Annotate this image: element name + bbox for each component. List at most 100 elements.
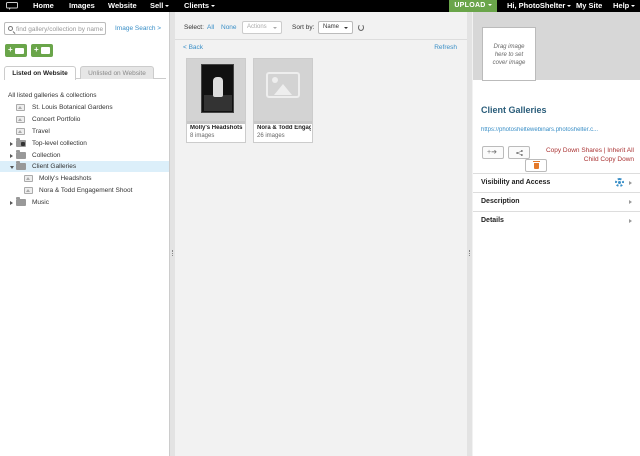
sort-select[interactable]: Name [318,21,353,34]
nav-help[interactable]: Help [613,0,636,12]
collection-url-link[interactable]: https://photosheltewebinars.photoshelter… [481,127,635,133]
gallery-icon [24,175,33,182]
tree-item-mollys-headshots[interactable]: Molly's Headshots [0,173,169,184]
gallery-thumbnail [254,59,312,121]
refresh-link[interactable]: Refresh [434,44,457,51]
actions-dropdown[interactable]: Actions [242,21,282,34]
plus-icon: + [34,45,39,54]
tree-item-nora-todd-engagement-shoot[interactable]: Nora & Todd Engagement Shoot [0,185,169,196]
chevron-right-icon [629,181,632,185]
delete-button[interactable] [525,159,547,172]
expand-arrow-icon[interactable] [10,201,13,205]
folder-icon [16,161,26,170]
select-none-link[interactable]: None [221,24,237,31]
image-placeholder-icon [266,72,300,98]
copy-down-line-2[interactable]: Child Copy Down [546,155,634,164]
tab-listed-on-website[interactable]: Listed on Website [4,66,76,80]
copy-down-line-1[interactable]: Copy Down Shares | Inherit All [546,146,634,155]
gallery-search-input[interactable] [16,24,104,34]
placeholder-mountain [274,84,292,95]
tree-item-collection[interactable]: Collection [0,150,169,161]
nav-home[interactable]: Home [33,0,54,12]
drag-handle-icon [172,250,173,256]
placeholder-sun [272,77,278,83]
gallery-card-nora-todd[interactable]: Nora & Todd Engag... 26 images [253,58,313,143]
nav-clients[interactable]: Clients [184,0,216,12]
gallery-card-title: Nora & Todd Engag... [257,125,311,131]
section-label: Visibility and Access [481,179,551,186]
chevron-down-icon [344,27,348,29]
tree-item-music[interactable]: Music [0,197,169,208]
drag-handle-icon [469,250,470,256]
gallery-thumbnail [187,59,245,121]
tab-unlisted-on-website[interactable]: Unlisted on Website [80,66,154,79]
chevron-down-icon [567,5,572,8]
gallery-search-box[interactable] [4,22,106,35]
sort-label: Sort by: [292,24,315,31]
gear-icon[interactable] [615,178,624,187]
section-description[interactable]: Description [473,192,640,210]
chat-bubble-icon[interactable] [6,2,18,10]
gallery-card-count: 26 images [257,133,285,139]
section-visibility-and-access[interactable]: Visibility and Access [473,173,640,191]
tree-item-label: Nora & Todd Engagement Shoot [39,187,133,194]
tree-item-concert-portfolio[interactable]: Concert Portfolio [0,114,169,125]
expand-arrow-icon[interactable] [10,154,13,158]
tree-item-client-galleries[interactable]: Client Galleries [0,161,169,172]
tree-header[interactable]: All listed galleries & collections [8,92,97,99]
tree-item-label: Collection [32,152,61,159]
nav-website[interactable]: Website [108,0,137,12]
greeting-prefix: Hi, [507,1,519,10]
chevron-down-icon [273,27,277,29]
folder-icon [16,150,26,159]
add-gallery-button[interactable]: + [31,44,53,57]
right-panel-splitter[interactable] [467,12,472,456]
folder-icon [16,197,26,206]
collapse-arrow-icon[interactable] [10,166,14,169]
trash-icon [533,161,540,169]
top-nav-bar: Home Images Website Sell Clients UPLOAD … [0,0,640,12]
chevron-down-icon [631,5,636,8]
account-menu[interactable]: Hi, PhotoShelter [507,0,572,12]
select-all-link[interactable]: All [207,24,214,31]
upload-button[interactable]: UPLOAD [449,0,497,12]
card-stripe [187,121,245,124]
tree-item-travel[interactable]: Travel [0,126,169,137]
gallery-browser: Select: All None Actions Sort by: Name <… [175,12,467,456]
gallery-card-title: Molly's Headshots [190,125,243,131]
sort-direction-icon[interactable] [358,24,364,31]
image-search-link[interactable]: Image Search > [115,25,161,32]
nav-sell[interactable]: Sell [150,0,170,12]
tree-item-top-level-collection[interactable]: Top-level collection [0,138,169,149]
add-collection-button[interactable]: + [5,44,27,57]
tree-item-st-louis-botanical-gardens[interactable]: St. Louis Botanical Gardens [0,102,169,113]
tree-item-label: Molly's Headshots [39,175,92,182]
section-details[interactable]: Details [473,211,640,229]
nav-my-site[interactable]: My Site [576,0,602,12]
tree-item-label: Concert Portfolio [32,116,81,123]
back-link[interactable]: < Back [183,44,203,51]
gallery-icon [16,104,25,111]
section-label: Description [481,198,520,205]
share-icon [516,150,523,156]
detail-panel: Drag image here to set cover image Clien… [473,12,640,456]
toolbar-divider [175,39,467,40]
selection-toolbar: Select: All None Actions Sort by: Name [175,20,467,36]
copy-down-links[interactable]: Copy Down Shares | Inherit All Child Cop… [546,146,634,164]
gallery-card-mollys-headshots[interactable]: Molly's Headshots 8 images [186,58,246,143]
sort-value: Name [323,24,340,30]
detail-title: Client Galleries [481,105,547,115]
chevron-right-icon [629,219,632,223]
nav-images[interactable]: Images [69,0,95,12]
share-button[interactable] [508,146,530,159]
expand-arrow-icon[interactable] [10,142,13,146]
actions-label: Actions [247,24,267,30]
move-button[interactable]: +➔ [482,146,504,159]
chevron-down-icon [211,5,216,8]
chevron-down-icon [487,4,492,7]
search-icon [8,26,13,31]
gallery-icon [16,116,25,123]
headshot-photo [201,64,234,113]
cover-dropzone-text: Drag image here to set cover image [492,44,526,66]
listing-tabs: Listed on Website Unlisted on Website [4,66,166,80]
